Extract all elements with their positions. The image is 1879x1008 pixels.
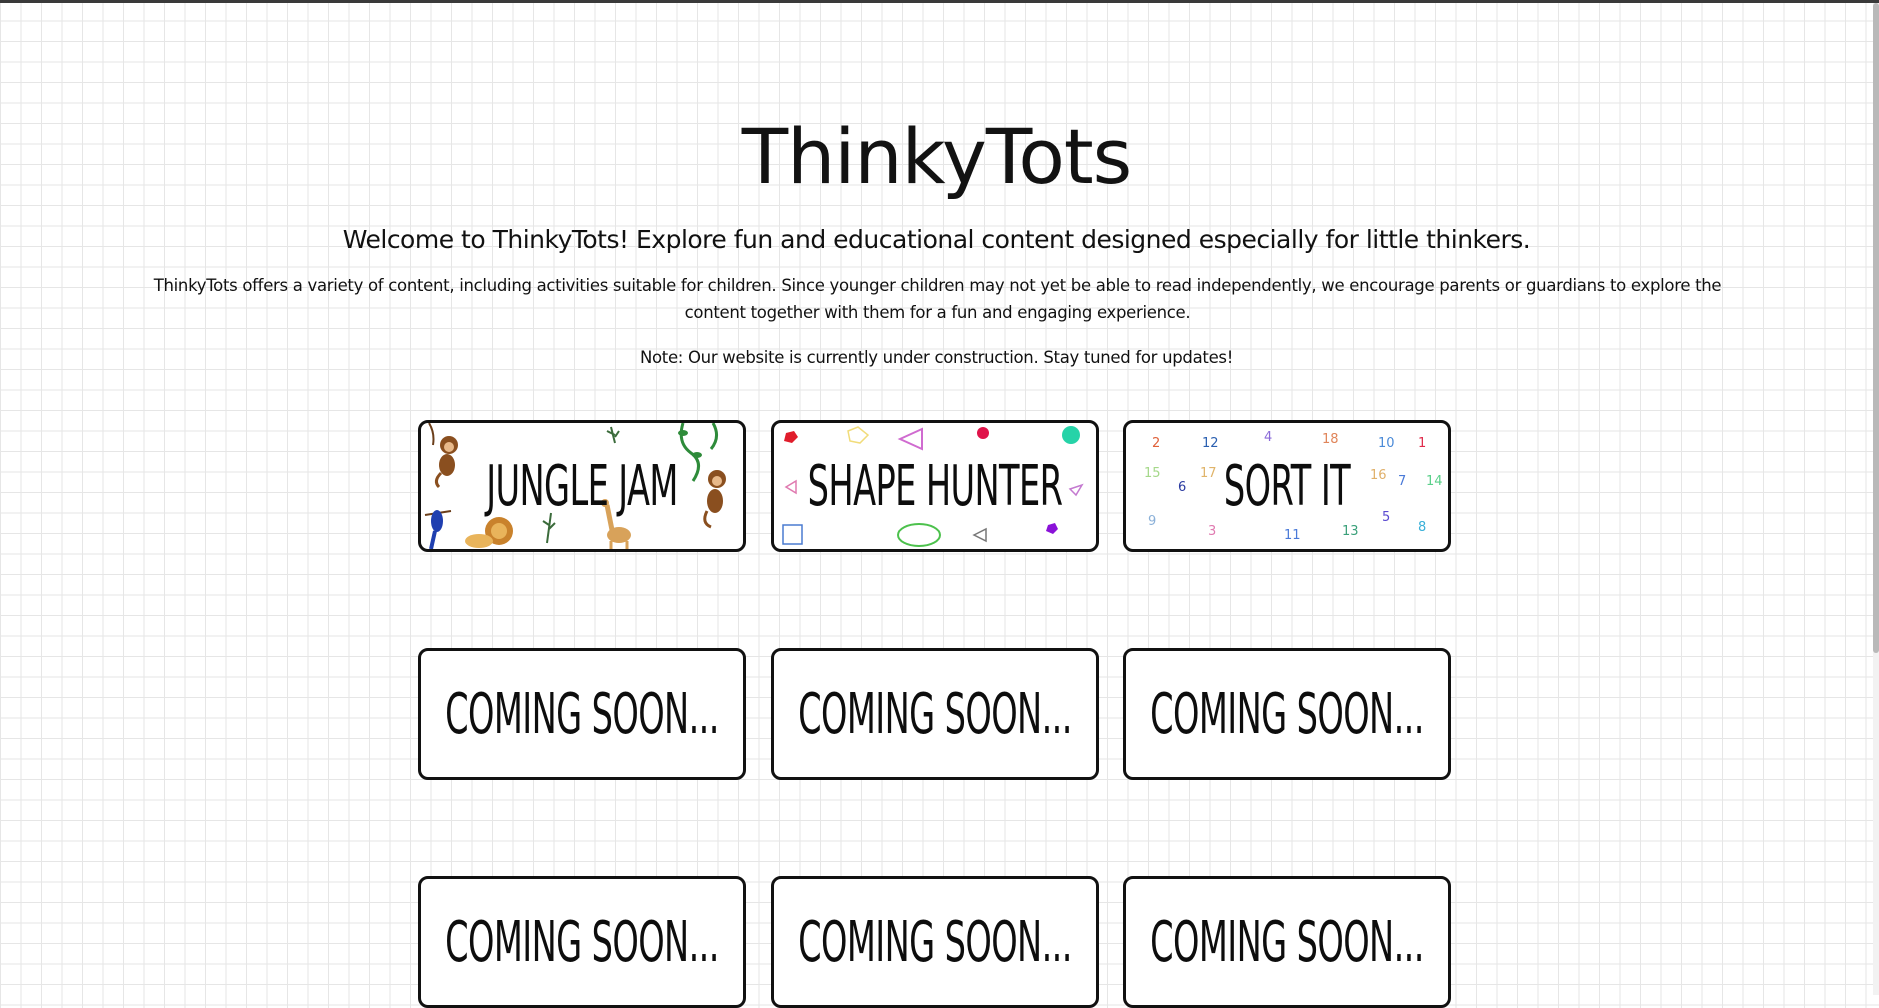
- site-title: ThinkyTots: [741, 112, 1133, 201]
- card-shape-hunter[interactable]: SHAPE HUNTER: [771, 420, 1099, 552]
- svg-text:14: 14: [1426, 474, 1443, 489]
- card-title: COMING SOON...: [1150, 909, 1424, 975]
- construction-note: Note: Our website is currently under con…: [639, 348, 1234, 367]
- vertical-scrollbar[interactable]: [1873, 3, 1879, 995]
- scrollbar-thumb[interactable]: [1873, 3, 1879, 653]
- svg-text:2: 2: [1152, 436, 1160, 451]
- card-coming-soon[interactable]: COMING SOON...: [418, 876, 746, 1008]
- svg-text:9: 9: [1148, 514, 1156, 529]
- card-coming-soon[interactable]: COMING SOON...: [771, 876, 1099, 1008]
- card-coming-soon[interactable]: COMING SOON...: [418, 648, 746, 780]
- svg-text:7: 7: [1398, 474, 1406, 489]
- card-coming-soon[interactable]: COMING SOON...: [1123, 648, 1451, 780]
- card-title: SHAPE HUNTER: [807, 453, 1063, 519]
- card-title: COMING SOON...: [1150, 681, 1424, 747]
- intro-paragraph: ThinkyTots offers a variety of content, …: [153, 276, 1722, 322]
- svg-text:15: 15: [1144, 466, 1161, 481]
- window-top-border: [0, 0, 1879, 3]
- card-title: COMING SOON...: [445, 909, 719, 975]
- card-coming-soon[interactable]: COMING SOON...: [771, 648, 1099, 780]
- card-title: SORT IT: [1223, 453, 1351, 519]
- card-title: JUNGLE JAM: [486, 453, 678, 519]
- card-jungle-jam[interactable]: JUNGLE JAM: [418, 420, 746, 552]
- svg-text:8: 8: [1418, 520, 1426, 535]
- card-coming-soon[interactable]: COMING SOON...: [1123, 876, 1451, 1008]
- card-title: COMING SOON...: [798, 681, 1072, 747]
- card-title: COMING SOON...: [445, 681, 719, 747]
- svg-text:6: 6: [1178, 480, 1186, 495]
- svg-text:1: 1: [1418, 436, 1426, 451]
- card-title: COMING SOON...: [798, 909, 1072, 975]
- welcome-tagline: Welcome to ThinkyTots! Explore fun and e…: [342, 225, 1531, 254]
- card-sort-it[interactable]: 2 12 4 18 10 1 15 6 17 16 7 14 9 3 11 13…: [1123, 420, 1451, 552]
